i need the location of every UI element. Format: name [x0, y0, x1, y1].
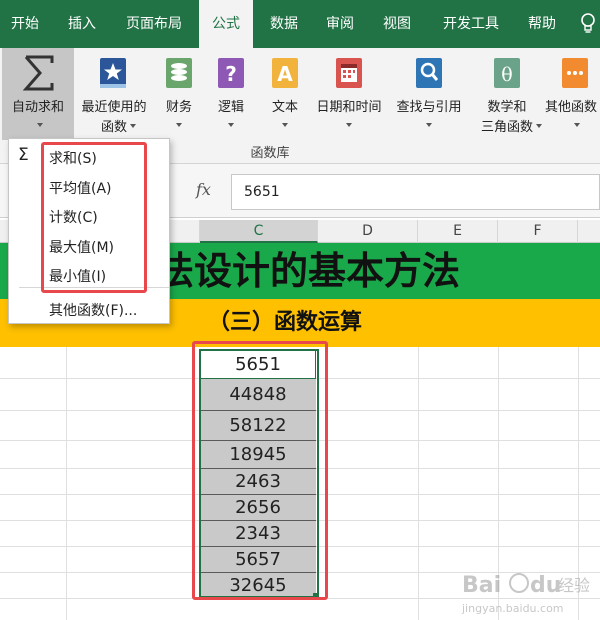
highlight-box-menu	[41, 142, 147, 293]
chevron-down-icon	[346, 123, 352, 127]
column-header-f[interactable]: F	[498, 220, 578, 243]
menu-item-more-functions[interactable]: 其他函数(F)...	[49, 300, 137, 320]
sigma-icon: Σ	[18, 145, 29, 165]
tab-view[interactable]: 视图	[370, 0, 424, 48]
tab-insert[interactable]: 插入	[55, 0, 109, 48]
svg-text:θ: θ	[501, 64, 512, 86]
lookup-reference-button[interactable]: 查找与引用	[390, 48, 468, 140]
tab-developer[interactable]: 开发工具	[430, 0, 512, 48]
lookup-reference-label: 查找与引用	[396, 100, 462, 115]
chevron-down-icon	[282, 123, 288, 127]
sheet-title: 法设计的基本方法	[156, 248, 461, 293]
column-header-c[interactable]: C	[200, 220, 318, 243]
formula-input[interactable]: 5651	[231, 174, 600, 210]
math-trig-button[interactable]: θ 数学和 三角函数	[470, 48, 544, 140]
more-book-icon	[562, 58, 588, 88]
chevron-down-icon	[130, 124, 136, 128]
star-book-icon	[100, 58, 126, 88]
more-functions-button[interactable]: 其他函数	[544, 48, 600, 140]
svg-text:A: A	[277, 62, 293, 86]
tab-page-layout[interactable]: 页面布局	[113, 0, 195, 48]
svg-text:?: ?	[225, 62, 237, 86]
chevron-down-icon	[228, 123, 234, 127]
financial-button[interactable]: 财务	[156, 48, 202, 140]
coins-book-icon	[166, 58, 192, 88]
baidu-watermark-logo: Bai du 经验 jingyan.baidu.com	[461, 573, 590, 615]
grid-line	[418, 347, 419, 620]
ribbon-tab-bar: 开始 插入 页面布局 公式 数据 审阅 视图 开发工具 帮助	[0, 0, 600, 48]
chevron-down-icon	[536, 124, 542, 128]
chevron-down-icon	[426, 123, 432, 127]
tab-formulas[interactable]: 公式	[199, 0, 253, 48]
financial-label: 财务	[165, 100, 192, 115]
chevron-down-icon	[574, 123, 580, 127]
column-header-d[interactable]: D	[318, 220, 418, 243]
autosum-button[interactable]: 自动求和	[2, 48, 74, 140]
date-time-button[interactable]: 日期和时间	[310, 48, 388, 140]
logical-label: 逻辑	[217, 100, 244, 115]
group-label-function-library: 函数库	[250, 146, 290, 161]
date-time-label: 日期和时间	[316, 100, 382, 115]
tab-data[interactable]: 数据	[257, 0, 311, 48]
magnifier-book-icon	[416, 58, 442, 88]
highlight-box-cells	[192, 341, 328, 600]
logical-button[interactable]: ? 逻辑	[208, 48, 254, 140]
insert-function-icon[interactable]: fx	[196, 180, 211, 199]
letter-a-book-icon: A	[272, 58, 298, 88]
sigma-icon	[22, 55, 54, 91]
svg-text:经验: 经验	[558, 576, 590, 595]
calendar-book-icon	[336, 58, 362, 88]
text-button[interactable]: A 文本	[262, 48, 308, 140]
theta-book-icon: θ	[494, 58, 520, 88]
text-label: 文本	[271, 100, 298, 115]
column-header-e[interactable]: E	[418, 220, 498, 243]
math-trig-label-1: 数学和	[487, 100, 527, 115]
autosum-label: 自动求和	[11, 100, 64, 115]
svg-text:Bai: Bai	[462, 573, 501, 598]
chevron-down-icon	[176, 123, 182, 127]
svg-text:du: du	[530, 573, 561, 598]
svg-text:jingyan.baidu.com: jingyan.baidu.com	[461, 602, 564, 615]
recently-used-label-2: 函数	[100, 120, 127, 135]
sheet-subtitle: （三）函数运算	[208, 309, 363, 335]
question-book-icon: ?	[218, 58, 244, 88]
tab-help[interactable]: 帮助	[515, 0, 569, 48]
recently-used-button[interactable]: 最近使用的 函数	[74, 48, 154, 140]
tab-review[interactable]: 审阅	[313, 0, 367, 48]
grid-line	[66, 347, 67, 620]
chevron-down-icon	[37, 123, 43, 127]
recently-used-label-1: 最近使用的	[81, 100, 147, 115]
tab-home[interactable]: 开始	[0, 0, 50, 48]
math-trig-label-2: 三角函数	[480, 120, 533, 135]
lightbulb-icon[interactable]	[580, 13, 596, 35]
more-functions-label: 其他函数	[545, 100, 598, 115]
